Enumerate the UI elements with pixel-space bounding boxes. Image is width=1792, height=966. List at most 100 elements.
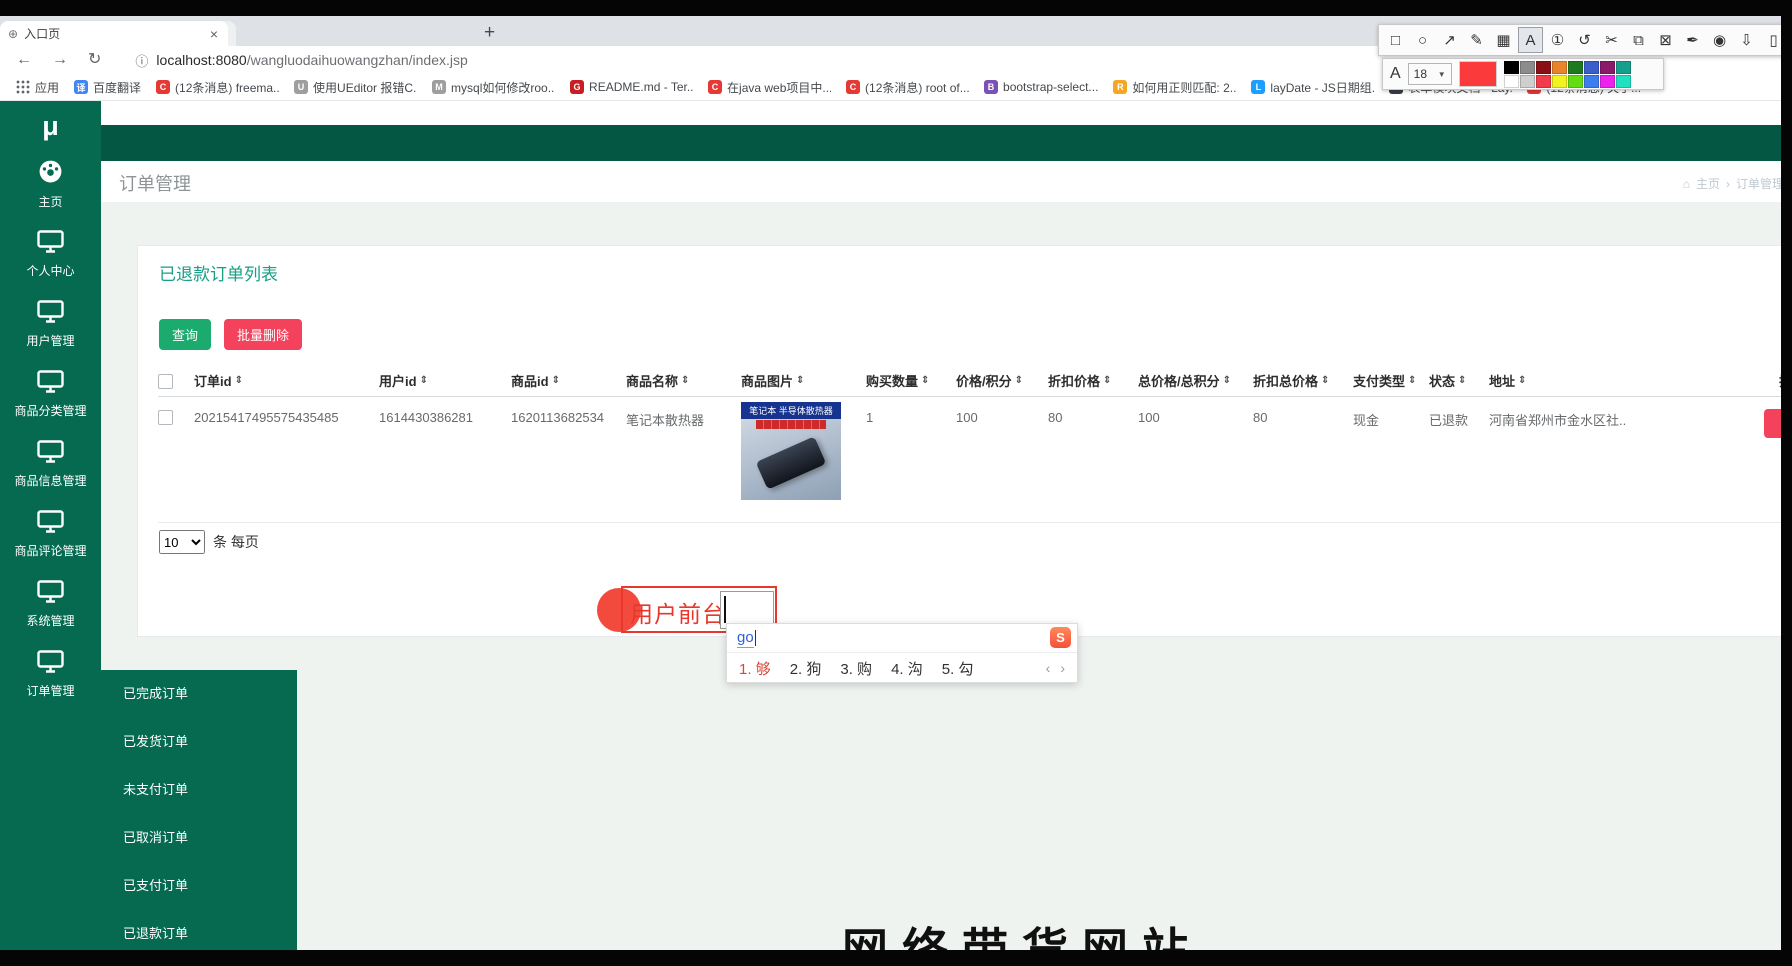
bookmark-item[interactable]: Mmysql如何修改roo... [426,79,561,96]
color-swatch[interactable] [1519,60,1535,74]
column-header[interactable]: 操作 [1709,371,1791,390]
rectangle-tool-icon[interactable]: □ [1383,27,1408,53]
color-swatch[interactable] [1535,74,1551,88]
sort-icon[interactable]: ⇕ [1458,375,1466,386]
column-header[interactable]: 折扣价格 ⇕ [1048,371,1138,390]
browser-tab[interactable]: ⊕ 入口页 × [0,21,228,46]
breadcrumb-home-link[interactable]: 主页 [1696,175,1720,192]
sidebar-item-users[interactable]: 用户管理 [0,289,101,359]
pen-tool-icon[interactable]: ✎ [1464,27,1489,53]
column-header[interactable]: 购买数量 ⇕ [866,371,956,390]
ime-logo-icon[interactable]: S [1050,627,1071,648]
bookmark-item[interactable]: 应用 [10,79,65,96]
ime-candidate[interactable]: 3. 购 [840,658,872,679]
sort-icon[interactable]: ⇕ [1015,375,1023,386]
sticker-tool-icon[interactable]: ⧉ [1626,27,1651,53]
sort-icon[interactable]: ⇕ [921,375,929,386]
submenu-item-unpaid[interactable]: 未支付订单 [101,766,297,814]
sort-icon[interactable]: ⇕ [1321,375,1329,386]
mosaic-tool-icon[interactable]: ▦ [1491,27,1516,53]
color-swatch[interactable] [1519,74,1535,88]
back-button[interactable]: ← [16,52,32,68]
new-tab-button[interactable]: + [484,22,495,44]
bookmark-item[interactable]: C (12条消息) root of... [840,79,975,96]
sidebar-item-product-category[interactable]: 商品分类管理 [0,359,101,429]
text-tool-icon[interactable]: A [1518,27,1543,53]
ime-prev-icon[interactable]: ‹ [1046,660,1051,676]
color-swatch[interactable] [1599,60,1615,74]
color-swatch[interactable] [1535,60,1551,74]
color-swatch[interactable] [1615,60,1631,74]
column-header[interactable]: 价格/积分 ⇕ [956,371,1048,390]
current-color-swatch[interactable] [1458,61,1497,87]
sort-icon[interactable]: ⇕ [420,375,428,386]
bookmark-item[interactable]: G README.md - Ter... [564,80,699,94]
color-swatch[interactable] [1551,60,1567,74]
bookmark-item[interactable]: C 在java web项目中... [702,79,837,96]
submenu-item-paid[interactable]: 已支付订单 [101,862,297,910]
save-tool-icon[interactable]: ⇩ [1734,27,1759,53]
column-header[interactable]: 商品id ⇕ [511,371,626,390]
sort-icon[interactable]: ⇕ [235,375,243,386]
sort-icon[interactable]: ⇕ [1103,375,1111,386]
bookmark-item[interactable]: U 使用UEditor 报错C... [288,79,423,96]
pin-tool-icon[interactable]: ✒ [1680,27,1705,53]
sidebar-item-product-review[interactable]: 商品评论管理 [0,499,101,569]
bookmark-item[interactable]: LlayDate - JS日期组... [1245,79,1380,96]
color-swatch[interactable] [1551,74,1567,88]
select-all-checkbox[interactable] [158,373,173,389]
reload-button[interactable]: ↻ [88,52,101,68]
bookmark-item[interactable]: R 如何用正则匹配: 2... [1107,79,1242,96]
sort-icon[interactable]: ⇕ [681,375,689,386]
ime-candidate[interactable]: 4. 沟 [891,658,923,679]
query-button[interactable]: 查询 [159,319,212,350]
ime-next-icon[interactable]: › [1060,660,1065,676]
sort-icon[interactable]: ⇕ [1223,375,1231,386]
arrow-tool-icon[interactable]: ↗ [1437,27,1462,53]
sidebar-item-system[interactable]: 系统管理 [0,569,101,639]
site-info-icon[interactable]: ⓘ [135,51,148,70]
row-checkbox[interactable] [158,410,173,425]
color-swatch[interactable] [1615,74,1631,88]
column-header[interactable]: 订单id ⇕ [194,371,379,390]
page-size-select[interactable]: 10 [159,530,205,554]
color-swatch[interactable] [1583,74,1599,88]
column-header[interactable]: 总价格/总积分 ⇕ [1138,371,1253,390]
batch-delete-button[interactable]: 批量删除 [224,319,303,350]
sidebar-item-home[interactable]: 主页 [0,149,101,219]
record-tool-icon[interactable]: ◉ [1707,27,1732,53]
sidebar-item-profile[interactable]: 个人中心 [0,219,101,289]
bookmark-item[interactable]: 译百度翻译 [68,79,147,96]
ime-candidate[interactable]: 5. 勾 [942,658,974,679]
undo-tool-icon[interactable]: ↺ [1572,27,1597,53]
number-tool-icon[interactable]: ① [1545,27,1570,53]
ellipse-tool-icon[interactable]: ○ [1410,27,1435,53]
column-header[interactable]: 商品名称 ⇕ [626,371,741,390]
ime-candidate[interactable]: 1. 够 [739,658,771,679]
color-swatch[interactable] [1599,74,1615,88]
color-swatch[interactable] [1503,60,1519,74]
tab-close-icon[interactable]: × [208,27,220,41]
color-swatch[interactable] [1567,60,1583,74]
color-swatch[interactable] [1567,74,1583,88]
ime-candidate[interactable]: 2. 狗 [790,658,822,679]
column-header[interactable]: 状态 ⇕ [1429,371,1489,390]
submenu-item-cancelled[interactable]: 已取消订单 [101,814,297,862]
sort-icon[interactable]: ⇕ [1408,375,1416,386]
column-header[interactable]: 商品图片 ⇕ [741,371,866,390]
submenu-item-shipped[interactable]: 已发货订单 [101,718,297,766]
address-bar[interactable]: ⓘ localhost:8080/wangluodaihuowangzhan/i… [135,51,467,70]
sort-icon[interactable]: ⇕ [796,375,804,386]
sidebar-item-orders[interactable]: 订单管理 [0,639,101,709]
color-swatch[interactable] [1583,60,1599,74]
font-size-dropdown[interactable]: 18 ▼ [1407,63,1452,85]
column-header[interactable]: 地址 ⇕ [1489,371,1709,390]
column-header[interactable]: 用户id ⇕ [379,371,511,390]
sort-icon[interactable]: ⇕ [552,375,560,386]
bookmark-item[interactable]: Bbootstrap-select... [978,80,1104,94]
submenu-item-completed[interactable]: 已完成订单 [101,670,297,718]
column-header[interactable]: 支付类型 ⇕ [1353,371,1429,390]
scissors-tool-icon[interactable]: ✂ [1599,27,1624,53]
sidebar-item-product-info[interactable]: 商品信息管理 [0,429,101,499]
forward-button[interactable]: → [52,52,68,68]
